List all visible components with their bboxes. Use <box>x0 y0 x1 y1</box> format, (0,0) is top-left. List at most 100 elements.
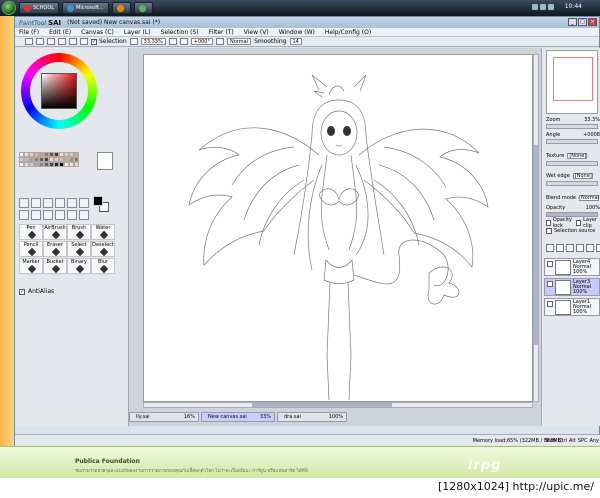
swap-icon[interactable] <box>55 210 65 220</box>
horizontal-scrollbar[interactable] <box>143 402 533 408</box>
doc-tab-new-canvas[interactable]: New canvas.sai 33% <box>201 412 275 422</box>
brush-tool-marker[interactable]: Marker <box>19 258 43 274</box>
brush-tool-pen[interactable]: Pen <box>19 224 43 240</box>
tool-icon[interactable] <box>67 210 77 220</box>
zoom-slider[interactable] <box>546 124 598 129</box>
toolbar-button[interactable] <box>36 38 44 45</box>
tray-icon[interactable] <box>532 4 538 10</box>
opacity-lock-checkbox[interactable] <box>546 219 551 226</box>
minimize-button[interactable]: _ <box>568 18 577 26</box>
zoom-field[interactable]: 33.33% <box>140 38 166 45</box>
toolbar-button[interactable] <box>80 38 88 45</box>
foreground-background-colors[interactable] <box>93 196 109 216</box>
menu-canvas[interactable]: Canvas (C) <box>81 29 114 36</box>
saturation-value-square[interactable] <box>41 73 77 109</box>
doc-tab-lly[interactable]: lly.sai 16% <box>129 412 199 422</box>
scratchpad[interactable] <box>97 152 113 170</box>
close-button[interactable]: × <box>588 18 597 26</box>
tray-icon[interactable] <box>540 4 546 10</box>
new-layer-icon[interactable] <box>546 244 554 252</box>
clear-layer-icon[interactable] <box>586 244 594 252</box>
title-bar[interactable]: PaintTool SAI (Not saved) New canvas.sai … <box>15 17 599 28</box>
menu-filter[interactable]: Filter (T) <box>209 29 234 36</box>
layer-item-selected[interactable]: Layer3 Normal 100% <box>544 278 600 296</box>
rotation-field[interactable]: +000° <box>190 38 213 45</box>
lasso-icon[interactable] <box>31 198 41 208</box>
brush-tool-airbrush[interactable]: AirBrush <box>43 224 67 240</box>
brush-tool-select[interactable]: Select <box>67 241 91 257</box>
angle-slider[interactable] <box>546 139 598 144</box>
tool-icon[interactable] <box>79 210 89 220</box>
toolbar-button[interactable] <box>58 38 66 45</box>
drawing-canvas[interactable] <box>143 54 533 402</box>
menu-help[interactable]: Help/Config (O) <box>325 29 371 36</box>
wet-edge-slider[interactable] <box>546 181 598 186</box>
texture-slider[interactable] <box>546 161 598 166</box>
rotate-button[interactable] <box>179 38 188 45</box>
taskbar-button-1[interactable]: SCHOOL <box>19 2 60 14</box>
eyedropper-icon[interactable] <box>31 210 41 220</box>
antialias-option[interactable]: ✓ AntiAlias <box>19 288 54 295</box>
selection-checkbox[interactable]: ✓ <box>91 38 97 45</box>
transparent-color-icon[interactable] <box>43 210 53 220</box>
visibility-icon[interactable] <box>547 301 553 307</box>
brush-tool-brush[interactable]: Brush <box>67 224 91 240</box>
antialias-checkbox[interactable]: ✓ <box>19 288 25 295</box>
brush-tool-deselect[interactable]: Deselect <box>91 241 115 257</box>
merge-down-icon[interactable] <box>576 244 584 252</box>
menu-file[interactable]: File (F) <box>19 29 39 36</box>
brush-tool-binary[interactable]: Binary <box>67 258 91 274</box>
navigator-preview[interactable] <box>546 50 598 114</box>
layer-clip-checkbox[interactable] <box>576 219 582 226</box>
brush-tool-blur[interactable]: Blur <box>91 258 115 274</box>
foreground-color[interactable] <box>93 196 103 206</box>
wet-edge-select[interactable]: [None] <box>572 172 593 179</box>
opacity-value[interactable]: 100% <box>586 205 600 211</box>
move-icon[interactable] <box>55 198 65 208</box>
banner-title[interactable]: Publica Foundation <box>75 458 140 465</box>
taskbar-button-3[interactable] <box>111 2 131 14</box>
zoom-in-button[interactable] <box>168 38 177 45</box>
color-swatch[interactable] <box>74 162 79 167</box>
new-folder-icon[interactable] <box>556 244 564 252</box>
scroll-thumb[interactable] <box>534 145 538 345</box>
zoom-icon[interactable] <box>67 198 77 208</box>
menu-layer[interactable]: Layer (L) <box>124 29 151 36</box>
texture-select[interactable]: [None] <box>567 152 588 159</box>
layer-item[interactable]: Layer1 Normal 100% <box>544 298 600 316</box>
ad-banner[interactable]: Publica Foundation ชมภาพวาดสวยๆและแบ่งปั… <box>0 446 600 478</box>
smoothing-field[interactable]: 14 <box>289 38 302 45</box>
toolbar-button[interactable] <box>69 38 77 45</box>
visibility-icon[interactable] <box>547 281 553 287</box>
zoom-out-button[interactable] <box>129 38 138 45</box>
navigator-view-rect[interactable] <box>553 57 593 101</box>
brush-tool-pencil[interactable]: Pencil <box>19 241 43 257</box>
toolbar-button[interactable] <box>47 38 55 45</box>
blend-mode-select[interactable]: Normal <box>226 38 252 45</box>
menu-view[interactable]: View (V) <box>244 29 269 36</box>
vertical-scrollbar[interactable] <box>533 54 539 402</box>
rect-select-icon[interactable] <box>19 198 29 208</box>
brush-tool-eraser[interactable]: Eraser <box>43 241 67 257</box>
brush-tool-water[interactable]: Water <box>91 224 115 240</box>
menu-window[interactable]: Window (W) <box>279 29 315 36</box>
hand-icon[interactable] <box>19 210 29 220</box>
start-button[interactable] <box>2 1 16 15</box>
maximize-button[interactable]: □ <box>578 18 587 26</box>
menu-selection[interactable]: Selection (S) <box>161 29 199 36</box>
menu-edit[interactable]: Edit (E) <box>49 29 71 36</box>
toolbar-button[interactable] <box>25 38 33 45</box>
blend-mode-select[interactable]: Normal <box>579 194 599 201</box>
delete-layer-icon[interactable] <box>596 244 600 252</box>
angle-value[interactable]: +0008 <box>583 132 600 138</box>
taskbar-button-2[interactable]: Microsoft... <box>62 2 109 14</box>
taskbar-button-4[interactable] <box>133 2 153 14</box>
magic-wand-icon[interactable] <box>43 198 53 208</box>
visibility-icon[interactable] <box>547 261 553 267</box>
layer-item[interactable]: Layer4 Normal 100% <box>544 258 600 276</box>
selection-source-checkbox[interactable] <box>546 227 552 234</box>
rotate-reset-button[interactable] <box>215 38 224 45</box>
rotate-icon[interactable] <box>79 198 89 208</box>
brush-tool-bucket[interactable]: Bucket <box>43 258 67 274</box>
scroll-thumb[interactable] <box>252 403 392 407</box>
